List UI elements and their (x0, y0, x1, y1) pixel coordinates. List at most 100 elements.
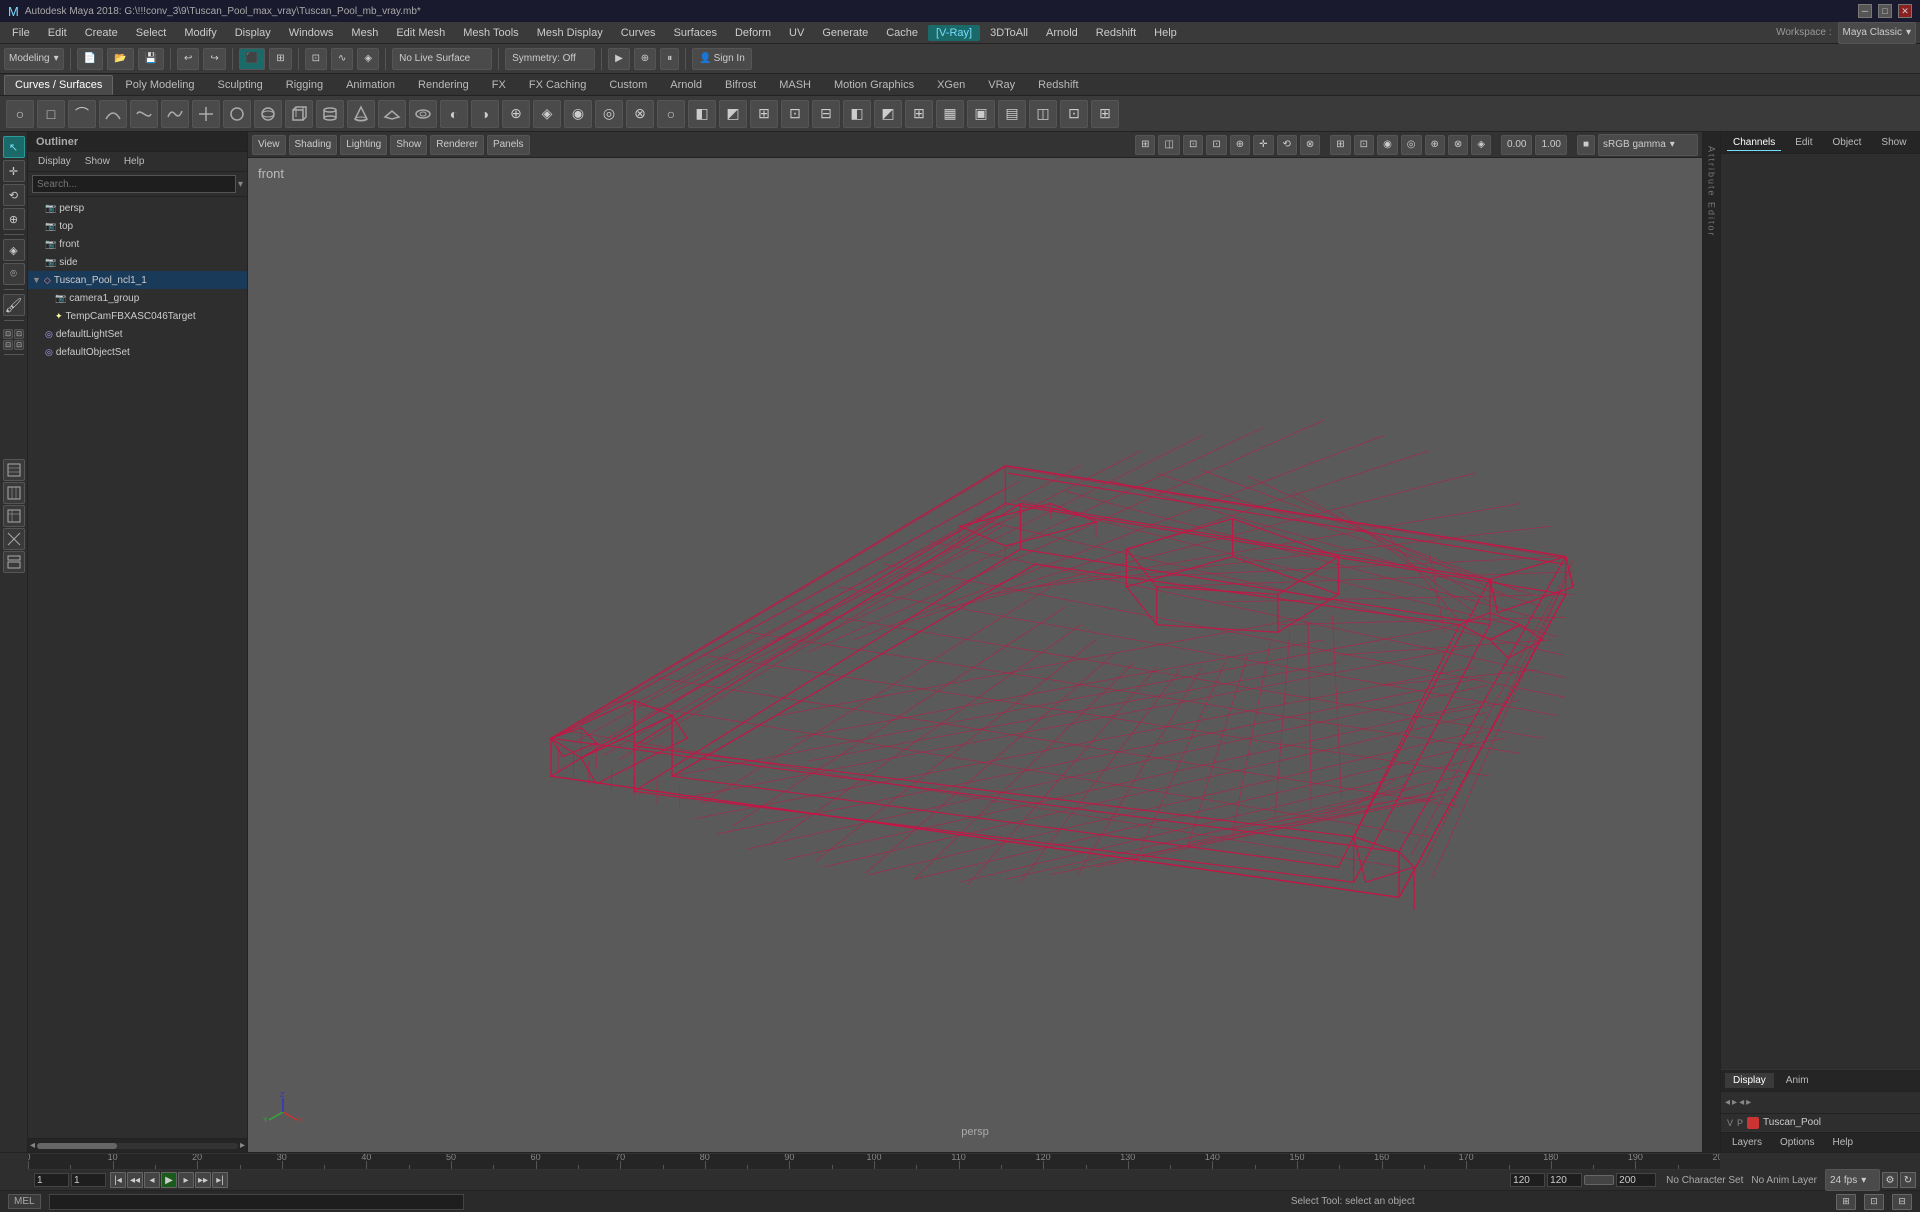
shelf-icon-surface-flow[interactable]: ⊡ (1060, 100, 1088, 128)
minimize-button[interactable]: ─ (1858, 4, 1872, 18)
play-next-key-button[interactable]: ▸▸ (195, 1172, 211, 1188)
shelf-icon-nurbs1[interactable]: ◐ (440, 100, 468, 128)
vp-render-7[interactable]: ◈ (1471, 135, 1491, 155)
shelf-icon-stitch[interactable]: ▤ (998, 100, 1026, 128)
snap-grid-button[interactable]: ⊡ (305, 48, 327, 70)
tab-animation[interactable]: Animation (335, 75, 406, 95)
shelf-icon-bevel[interactable]: ▣ (967, 100, 995, 128)
vp-render-1[interactable]: ⊞ (1330, 135, 1350, 155)
shelf-icon-project[interactable]: ◩ (719, 100, 747, 128)
tab-motion-graphics[interactable]: Motion Graphics (823, 75, 925, 95)
outliner-item-lightset[interactable]: ◎ defaultLightSet (28, 325, 247, 343)
vp-cam-select[interactable]: ⊕ (1230, 135, 1250, 155)
menu-file[interactable]: File (4, 25, 38, 41)
shelf-icon-cv-hardness[interactable]: ⊞ (1091, 100, 1119, 128)
shelf-icon-revolve[interactable]: ◎ (595, 100, 623, 128)
outliner-scrollbar[interactable]: ◂ ▸ (28, 1138, 247, 1152)
lasso-button[interactable]: ⌾ (3, 263, 25, 285)
status-btn-2[interactable]: ⊡ (1864, 1194, 1884, 1210)
vp-value-2[interactable]: 1.00 (1535, 135, 1566, 155)
rp-tab-channels[interactable]: Channels (1727, 135, 1781, 151)
viewport-canvas[interactable]: .wire { stroke: #cc1144; stroke-width: 0… (248, 158, 1702, 1152)
shelf-icon-untrim[interactable]: ⊡ (781, 100, 809, 128)
snap-group-3[interactable]: ⊡ (3, 340, 13, 350)
timeline-max-end-input[interactable] (1547, 1173, 1582, 1187)
new-scene-button[interactable]: 📄 (77, 48, 103, 70)
outliner-item-tuscan-pool[interactable]: ▼ ◇ Tuscan_Pool_ncl1_1 (28, 271, 247, 289)
workspace-dropdown[interactable]: Maya Classic ▾ (1838, 22, 1917, 44)
shelf-icon-cube[interactable] (285, 100, 313, 128)
shelf-icon-nurbs2[interactable]: ◑ (471, 100, 499, 128)
timeline-max-input[interactable] (1616, 1173, 1656, 1187)
menu-surfaces[interactable]: Surfaces (666, 25, 725, 41)
snap-curve-button[interactable]: ∿ (331, 48, 353, 70)
paint-tool-button[interactable]: 🖌 (3, 294, 25, 316)
tab-redshift[interactable]: Redshift (1027, 75, 1089, 95)
snap-group-2[interactable]: ⊡ (14, 329, 24, 339)
vp-value-1[interactable]: 0.00 (1501, 135, 1532, 155)
menu-edit-mesh[interactable]: Edit Mesh (388, 25, 453, 41)
pause-button[interactable]: ⏸ (660, 48, 679, 70)
layer-nav-prev[interactable]: ◂ (1739, 1097, 1744, 1108)
play-button[interactable]: ▶ (161, 1172, 177, 1188)
render-button[interactable]: ▶ (608, 48, 630, 70)
shelf-icon-curve2[interactable] (130, 100, 158, 128)
display-2[interactable] (3, 482, 25, 504)
tab-fx[interactable]: FX (481, 75, 517, 95)
menu-mesh[interactable]: Mesh (343, 25, 386, 41)
shelf-icon-cone[interactable] (347, 100, 375, 128)
no-live-surface-button[interactable]: No Live Surface (392, 48, 492, 70)
vp-render-6[interactable]: ⊗ (1448, 135, 1468, 155)
save-scene-button[interactable]: 💾 (138, 48, 164, 70)
tab-bifrost[interactable]: Bifrost (714, 75, 767, 95)
tab-vray[interactable]: VRay (977, 75, 1026, 95)
move-tool-button[interactable]: ✛ (3, 160, 25, 182)
timeline-loop-button[interactable]: ↻ (1900, 1172, 1916, 1188)
outliner-menu-help[interactable]: Help (118, 155, 151, 168)
shelf-icon-trim[interactable]: ⊞ (750, 100, 778, 128)
shelf-icon-square[interactable]: □ (37, 100, 65, 128)
tab-rigging[interactable]: Rigging (275, 75, 334, 95)
scale-tool-button[interactable]: ⊕ (3, 208, 25, 230)
tab-sculpting[interactable]: Sculpting (207, 75, 274, 95)
menu-generate[interactable]: Generate (814, 25, 876, 41)
shelf-icon-curve4[interactable] (192, 100, 220, 128)
outliner-search-dropdown[interactable]: ▾ (238, 179, 243, 190)
tab-poly-modeling[interactable]: Poly Modeling (114, 75, 205, 95)
shelf-icon-offset[interactable]: ⊞ (905, 100, 933, 128)
mel-python-toggle[interactable]: MEL (8, 1194, 41, 1209)
vp-menu-renderer[interactable]: Renderer (430, 135, 484, 155)
play-end-button[interactable]: ▸| (212, 1172, 228, 1188)
shelf-icon-plane[interactable] (378, 100, 406, 128)
outliner-scroll-thumb[interactable] (37, 1143, 117, 1149)
shelf-icon-fillet[interactable]: ▦ (936, 100, 964, 128)
vp-menu-show[interactable]: Show (390, 135, 427, 155)
outliner-menu-show[interactable]: Show (79, 155, 116, 168)
rp-tab-show[interactable]: Show (1875, 135, 1912, 150)
tab-curves-surfaces[interactable]: Curves / Surfaces (4, 75, 113, 95)
menu-create[interactable]: Create (77, 25, 126, 41)
menu-edit[interactable]: Edit (40, 25, 75, 41)
menu-mesh-tools[interactable]: Mesh Tools (455, 25, 526, 41)
vp-menu-lighting[interactable]: Lighting (340, 135, 387, 155)
timeline-range-end-input[interactable] (1510, 1173, 1545, 1187)
sign-in-button[interactable]: 👤 Sign In (692, 48, 752, 70)
shelf-icon-detach[interactable]: ◩ (874, 100, 902, 128)
undo-button[interactable]: ↩ (177, 48, 199, 70)
shelf-icon-circle[interactable]: ○ (6, 100, 34, 128)
timeline-settings-button[interactable]: ⚙ (1882, 1172, 1898, 1188)
layers-btn[interactable]: Layers (1727, 1136, 1767, 1149)
outliner-item-persp[interactable]: 📷 persp (28, 199, 247, 217)
outliner-scroll-left[interactable]: ◂ (30, 1140, 35, 1151)
outliner-item-side[interactable]: 📷 side (28, 253, 247, 271)
menu-uv[interactable]: UV (781, 25, 812, 41)
fps-dropdown[interactable]: 24 fps ▾ (1825, 1169, 1880, 1191)
tab-mash[interactable]: MASH (768, 75, 822, 95)
shelf-icon-intersect[interactable]: ⊟ (812, 100, 840, 128)
shelf-icon-birail[interactable]: ⊗ (626, 100, 654, 128)
menu-3dtoall[interactable]: 3DToAll (982, 25, 1036, 41)
shelf-icon-curve5[interactable] (223, 100, 251, 128)
vp-cam-home[interactable]: ⊞ (1135, 135, 1155, 155)
tab-custom[interactable]: Custom (598, 75, 658, 95)
outliner-item-camera-group[interactable]: 📷 camera1_group (28, 289, 247, 307)
